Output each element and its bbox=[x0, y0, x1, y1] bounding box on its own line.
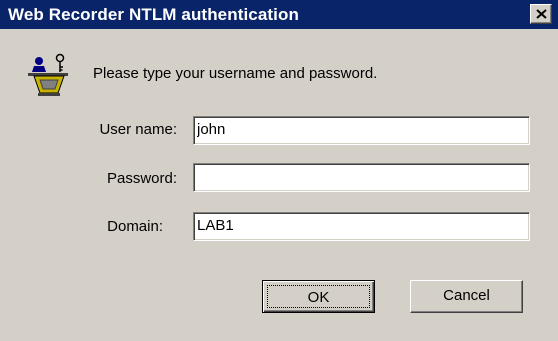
username-input[interactable] bbox=[193, 116, 530, 145]
ntlm-auth-dialog: Web Recorder NTLM authentication Please … bbox=[0, 0, 558, 341]
instruction-text: Please type your username and password. bbox=[93, 65, 378, 82]
window-title: Web Recorder NTLM authentication bbox=[8, 5, 299, 24]
password-input[interactable] bbox=[193, 163, 530, 192]
username-label: User name: bbox=[99, 121, 177, 138]
close-button[interactable] bbox=[530, 4, 552, 24]
password-label: Password: bbox=[106, 170, 177, 187]
user-login-icon bbox=[28, 53, 68, 96]
cancel-button[interactable]: Cancel bbox=[410, 280, 523, 313]
title-bar[interactable]: Web Recorder NTLM authentication bbox=[0, 0, 558, 29]
ok-button[interactable]: OK bbox=[262, 280, 375, 313]
domain-input[interactable] bbox=[193, 212, 530, 241]
ok-button-label: OK bbox=[267, 285, 370, 308]
close-icon bbox=[536, 9, 547, 19]
domain-label: Domain: bbox=[107, 218, 163, 235]
